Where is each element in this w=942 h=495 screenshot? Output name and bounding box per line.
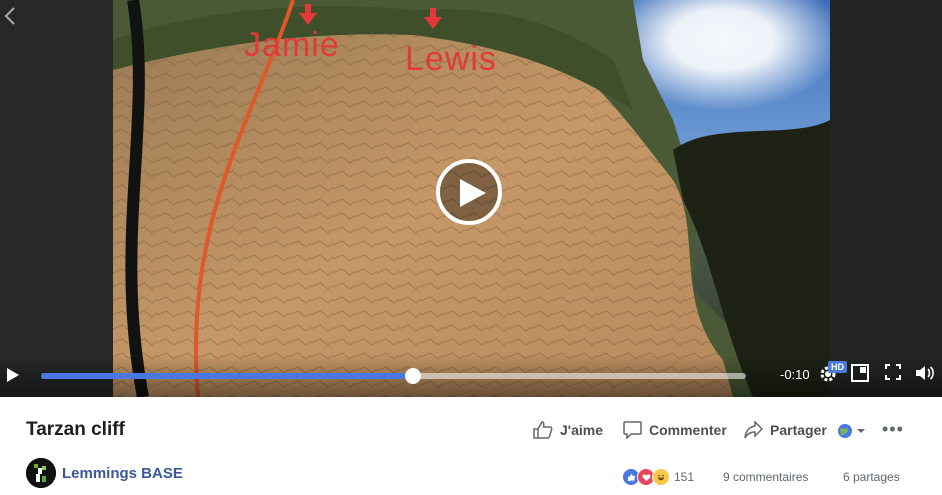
comments-count[interactable]: 9 commentaires <box>723 470 808 484</box>
reaction-count[interactable]: 151 <box>674 470 694 484</box>
like-label: J'aime <box>560 422 604 438</box>
share-icon <box>744 421 763 439</box>
share-label: Partager <box>770 422 827 438</box>
volume-icon <box>916 366 934 380</box>
video-player[interactable]: Jamie Lewis -0:10 HD <box>0 0 942 397</box>
pip-button[interactable] <box>851 364 869 387</box>
reaction-icons[interactable] <box>622 468 670 486</box>
progress-fill <box>41 373 413 379</box>
right-letterbox <box>830 0 942 397</box>
video-title: Tarzan cliff <box>26 419 125 440</box>
progress-thumb[interactable] <box>404 368 421 384</box>
down-arrow-icon <box>424 17 442 29</box>
avatar-image <box>26 458 56 488</box>
hd-badge: HD <box>828 361 847 373</box>
page-name-link[interactable]: Lemmings BASE <box>62 465 183 482</box>
caret-down-icon <box>857 429 865 433</box>
post-info: Tarzan cliff J'aime Commenter Partager •… <box>0 397 942 495</box>
thumbs-up-icon <box>533 421 553 439</box>
chevron-left-icon[interactable] <box>4 6 16 29</box>
haha-reaction-icon <box>652 468 670 486</box>
fullscreen-button[interactable] <box>885 364 901 385</box>
globe-icon <box>838 424 852 438</box>
marker-jamie: Jamie <box>244 26 340 64</box>
comment-icon <box>623 421 642 439</box>
volume-button[interactable] <box>915 364 935 387</box>
marker-lewis: Lewis <box>405 40 497 78</box>
play-icon <box>460 179 486 207</box>
video-controls: -0:10 HD <box>0 355 942 397</box>
more-options-button[interactable]: ••• <box>882 419 904 440</box>
comment-label: Commenter <box>649 422 727 438</box>
fullscreen-icon <box>885 364 901 380</box>
picture-in-picture-icon <box>851 364 869 382</box>
play-toggle-button[interactable] <box>6 367 20 388</box>
share-button[interactable]: Partager <box>744 421 827 439</box>
left-letterbox <box>0 0 113 397</box>
time-remaining: -0:10 <box>780 367 810 382</box>
audience-selector[interactable] <box>837 423 866 439</box>
comment-button[interactable]: Commenter <box>623 421 727 439</box>
page-avatar[interactable] <box>26 458 56 488</box>
center-play-button[interactable] <box>436 159 502 225</box>
progress-bar[interactable] <box>41 368 746 384</box>
play-icon <box>7 368 19 382</box>
down-arrow-icon <box>299 13 317 25</box>
shares-count[interactable]: 6 partages <box>843 470 900 484</box>
like-button[interactable]: J'aime <box>533 421 603 439</box>
